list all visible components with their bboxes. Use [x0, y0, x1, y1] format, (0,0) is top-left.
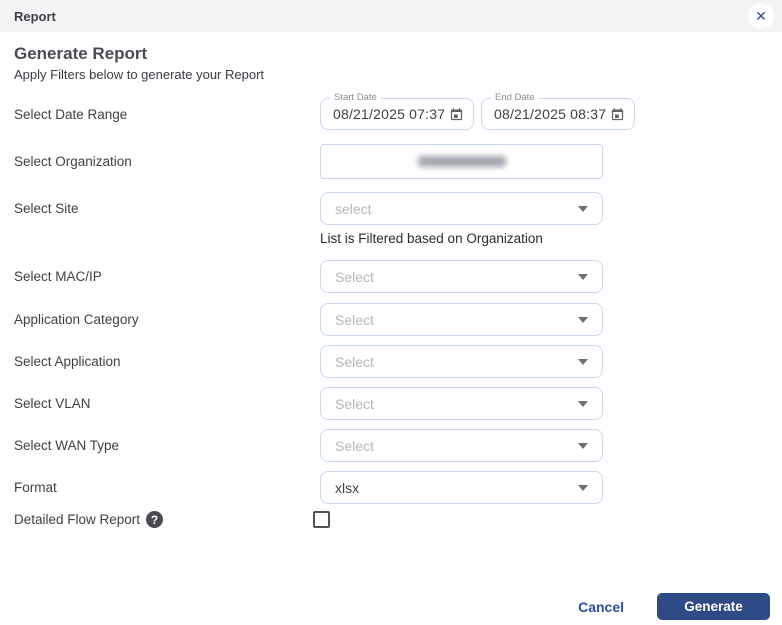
organization-redacted-value: [418, 156, 506, 167]
end-date-value[interactable]: 08/21/2025 08:37: [494, 106, 606, 122]
row-application: Select Application Select: [14, 345, 768, 378]
end-date-field[interactable]: End Date 08/21/2025 08:37: [481, 98, 635, 130]
modal-header: Report ✕: [0, 0, 782, 32]
detailed-flow-report-label: Detailed Flow Report: [14, 512, 140, 527]
row-mac-ip: Select MAC/IP Select: [14, 260, 768, 293]
application-label: Select Application: [14, 354, 320, 369]
row-application-category: Application Category Select: [14, 303, 768, 336]
modal-title: Report: [14, 9, 56, 24]
application-category-label: Application Category: [14, 312, 320, 327]
vlan-label: Select VLAN: [14, 396, 320, 411]
mac-ip-label: Select MAC/IP: [14, 269, 320, 284]
report-filter-form: Select Date Range Start Date 08/21/2025 …: [14, 98, 768, 528]
row-organization: Select Organization: [14, 144, 768, 179]
format-select-value: xlsx: [335, 480, 359, 496]
close-icon[interactable]: ✕: [748, 3, 774, 29]
wan-type-select-placeholder: Select: [335, 438, 374, 454]
row-site: Select Site select: [14, 192, 768, 225]
generate-button[interactable]: Generate: [657, 593, 770, 620]
row-format: Format xlsx: [14, 471, 768, 504]
start-date-value[interactable]: 08/21/2025 07:37: [333, 106, 445, 122]
format-label: Format: [14, 480, 320, 495]
row-vlan: Select VLAN Select: [14, 387, 768, 420]
chevron-down-icon: [578, 443, 588, 449]
organization-label: Select Organization: [14, 154, 320, 169]
chevron-down-icon: [578, 206, 588, 212]
detailed-flow-report-checkbox[interactable]: [313, 511, 330, 528]
application-category-select[interactable]: Select: [320, 303, 603, 336]
start-date-floating-label: Start Date: [330, 92, 381, 103]
vlan-select[interactable]: Select: [320, 387, 603, 420]
mac-ip-select[interactable]: Select: [320, 260, 603, 293]
wan-type-label: Select WAN Type: [14, 438, 320, 453]
page-title: Generate Report: [14, 44, 768, 64]
modal-footer: Cancel Generate: [578, 593, 770, 620]
site-filter-note: List is Filtered based on Organization: [320, 231, 768, 246]
row-date-range: Select Date Range Start Date 08/21/2025 …: [14, 98, 768, 130]
application-select[interactable]: Select: [320, 345, 603, 378]
help-icon[interactable]: ?: [146, 511, 163, 528]
chevron-down-icon: [578, 317, 588, 323]
application-category-select-placeholder: Select: [335, 312, 374, 328]
chevron-down-icon: [578, 401, 588, 407]
site-label: Select Site: [14, 201, 320, 216]
row-wan-type: Select WAN Type Select: [14, 429, 768, 462]
application-select-placeholder: Select: [335, 354, 374, 370]
row-detailed-flow-report: Detailed Flow Report ?: [14, 511, 768, 528]
start-date-field[interactable]: Start Date 08/21/2025 07:37: [320, 98, 474, 130]
site-select-placeholder: select: [335, 201, 372, 217]
page-subtitle: Apply Filters below to generate your Rep…: [14, 67, 768, 83]
mac-ip-select-placeholder: Select: [335, 269, 374, 285]
vlan-select-placeholder: Select: [335, 396, 374, 412]
calendar-icon[interactable]: [610, 107, 625, 122]
end-date-floating-label: End Date: [491, 92, 539, 103]
format-select[interactable]: xlsx: [320, 471, 603, 504]
calendar-icon[interactable]: [449, 107, 464, 122]
wan-type-select[interactable]: Select: [320, 429, 603, 462]
cancel-button[interactable]: Cancel: [578, 599, 624, 615]
chevron-down-icon: [578, 359, 588, 365]
chevron-down-icon: [578, 274, 588, 280]
organization-input[interactable]: [320, 144, 603, 179]
chevron-down-icon: [578, 485, 588, 491]
site-select[interactable]: select: [320, 192, 603, 225]
date-range-label: Select Date Range: [14, 107, 320, 122]
